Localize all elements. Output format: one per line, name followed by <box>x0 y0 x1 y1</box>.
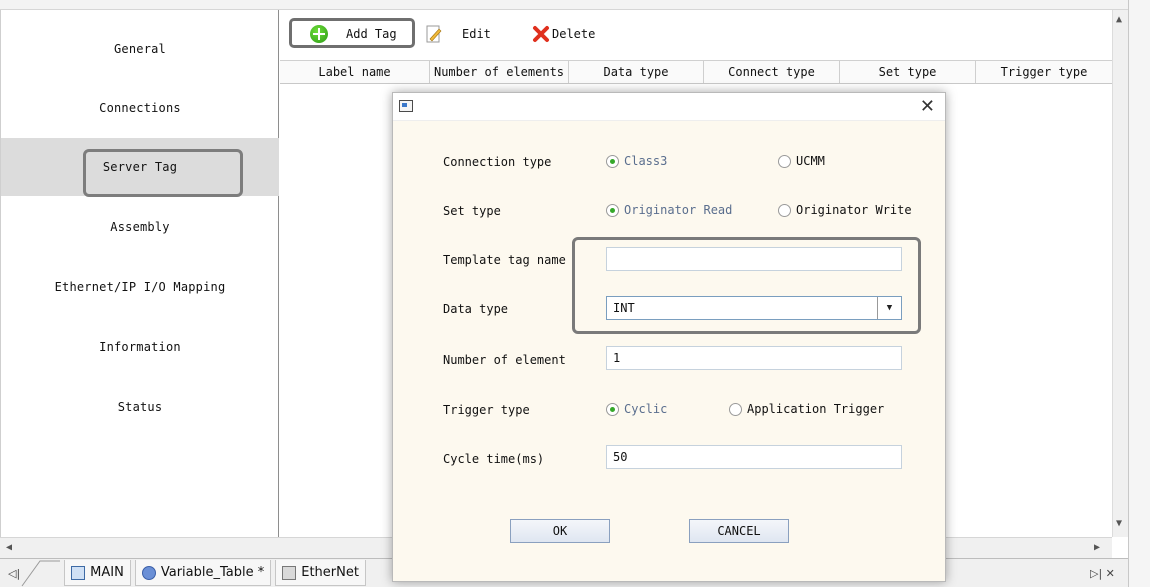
scroll-down-icon[interactable]: ▼ <box>1116 518 1122 529</box>
radio-application-trigger[interactable]: Application Trigger <box>729 402 884 416</box>
tab-nav-controls-icon[interactable]: ▷| ✕ <box>1090 567 1115 580</box>
highlight-server-tag <box>83 149 243 197</box>
cycle-time-label: Cycle time(ms) <box>443 452 545 466</box>
scroll-right-icon[interactable]: ▶ <box>1094 542 1100 553</box>
data-type-label: Data type <box>443 302 509 316</box>
sidebar-item-status[interactable]: Status <box>1 378 279 436</box>
vertical-scrollbar[interactable]: ▲ ▼ <box>1112 10 1128 537</box>
sidebar-item-label: Assembly <box>110 220 170 234</box>
highlight-add-tag <box>289 18 415 48</box>
highlight-template-and-data-type <box>572 237 921 334</box>
window-top-border <box>0 0 1128 10</box>
ok-button[interactable]: OK <box>510 519 610 543</box>
radio-icon <box>778 203 791 217</box>
sidebar-item-label: Status <box>117 400 163 414</box>
radio-originator-write[interactable]: Originator Write <box>778 203 912 217</box>
dialog-titlebar: ✕ <box>393 93 945 121</box>
close-icon[interactable]: ✕ <box>920 96 935 117</box>
gear-icon <box>141 565 156 580</box>
trigger-type-label: Trigger type <box>443 403 530 417</box>
delete-button[interactable]: Delete <box>532 24 595 44</box>
sidebar: General Connections Server Tag Assembly … <box>0 10 279 537</box>
connection-type-label: Connection type <box>443 155 552 169</box>
set-type-label: Set type <box>443 204 501 218</box>
radio-label: Originator Write <box>796 203 912 217</box>
ethernet-icon <box>282 565 297 580</box>
add-tag-dialog: ✕ Connection type Class3 UCMM Set type O… <box>392 92 946 582</box>
sidebar-item-io-mapping[interactable]: Ethernet/IP I/O Mapping <box>1 258 279 316</box>
column-label-name[interactable]: Label name <box>280 61 430 83</box>
edit-icon <box>426 25 442 43</box>
scroll-left-icon[interactable]: ◀ <box>6 542 12 553</box>
delete-icon <box>533 26 549 42</box>
radio-label: Application Trigger <box>747 402 885 416</box>
side-panel-strip <box>1128 0 1150 587</box>
number-of-element-label: Number of element <box>443 353 566 367</box>
template-tag-name-label: Template tag name <box>443 253 566 267</box>
sidebar-item-general[interactable]: General <box>1 20 279 78</box>
radio-selected-icon <box>606 402 619 416</box>
column-data-type[interactable]: Data type <box>569 61 704 83</box>
radio-label: Class3 <box>624 154 668 168</box>
column-number-of-elements[interactable]: Number of elements <box>430 61 569 83</box>
radio-selected-icon <box>606 203 619 217</box>
tab-label: MAIN <box>90 565 124 580</box>
radio-label: UCMM <box>796 154 825 168</box>
sidebar-item-label: Information <box>99 340 181 354</box>
tab-main[interactable]: MAIN <box>64 560 131 586</box>
column-set-type[interactable]: Set type <box>840 61 976 83</box>
number-of-element-input[interactable]: 1 <box>606 346 902 370</box>
radio-icon <box>729 402 742 416</box>
delete-label: Delete <box>552 27 596 41</box>
radio-label: Originator Read <box>624 203 733 217</box>
tab-ethernet[interactable]: EtherNet <box>275 560 366 586</box>
edit-button[interactable]: Edit <box>426 24 491 44</box>
table-header: Label name Number of elements Data type … <box>280 60 1112 84</box>
sidebar-item-connections[interactable]: Connections <box>1 79 279 137</box>
sidebar-item-label: Connections <box>99 101 181 115</box>
radio-selected-icon <box>606 154 619 168</box>
radio-label: Cyclic <box>624 402 668 416</box>
radio-icon <box>778 154 791 168</box>
tab-scroll-left-icon[interactable]: ◁| <box>8 567 20 580</box>
sidebar-item-information[interactable]: Information <box>1 318 279 376</box>
column-connect-type[interactable]: Connect type <box>704 61 840 83</box>
tab-divider-icon <box>21 560 61 587</box>
radio-originator-read[interactable]: Originator Read <box>606 203 732 217</box>
edit-label: Edit <box>462 27 491 41</box>
cancel-button[interactable]: CANCEL <box>689 519 789 543</box>
column-trigger-type[interactable]: Trigger type <box>976 61 1112 83</box>
tab-label: Variable_Table * <box>160 565 265 580</box>
radio-cyclic[interactable]: Cyclic <box>606 402 667 416</box>
tab-label: EtherNet <box>301 565 359 580</box>
window-icon <box>399 100 413 112</box>
radio-class3[interactable]: Class3 <box>606 154 667 168</box>
program-icon <box>71 565 86 580</box>
sidebar-item-label: General <box>114 42 166 56</box>
radio-ucmm[interactable]: UCMM <box>778 154 825 168</box>
sidebar-item-assembly[interactable]: Assembly <box>1 198 279 256</box>
sidebar-item-label: Ethernet/IP I/O Mapping <box>54 280 226 294</box>
scroll-up-icon[interactable]: ▲ <box>1116 14 1122 25</box>
tab-variable-table[interactable]: Variable_Table * <box>134 560 272 586</box>
cycle-time-input[interactable]: 50 <box>606 445 902 469</box>
